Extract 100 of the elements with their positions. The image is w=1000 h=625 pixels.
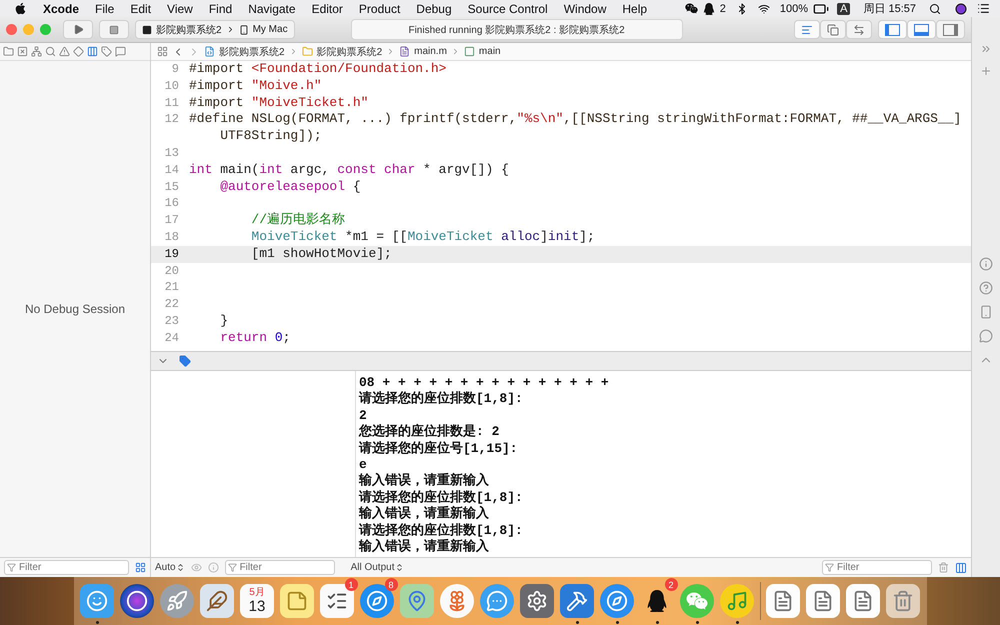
function-icon (464, 46, 475, 57)
code-line: return 0; (219, 330, 292, 347)
plus-icon[interactable] (980, 65, 992, 77)
flower-icon[interactable] (440, 584, 474, 618)
editor-mode-button[interactable] (794, 20, 820, 39)
calendar-icon[interactable]: 5月 13 (240, 584, 274, 618)
code-line: [m1 showHotMovie]; (250, 246, 393, 263)
console-line: 输入错误，请重新输入 (359, 473, 490, 490)
panel-layout-icon (885, 24, 900, 36)
grid-icon[interactable] (135, 562, 146, 573)
help-icon[interactable] (979, 281, 994, 295)
scope-selector[interactable]: Auto (155, 562, 185, 573)
diamond-icon[interactable] (72, 46, 85, 57)
filter-field[interactable]: Filter (4, 560, 129, 575)
compass-icon[interactable] (600, 584, 634, 618)
document-thumbnail-icon[interactable] (806, 584, 840, 618)
phone-icon[interactable] (979, 305, 994, 319)
code-line: #import "MoiveTicket.h" (189, 94, 370, 112)
document-thumbnail-icon[interactable] (846, 584, 880, 618)
menu-item[interactable]: Navigate (240, 2, 304, 16)
code-line: //遍历电影名称 (250, 212, 346, 229)
clock[interactable]: 周日 15:57 (858, 1, 921, 16)
speech-bubble-icon[interactable] (114, 46, 127, 57)
line-number: 17 (164, 212, 180, 229)
trash-icon[interactable] (886, 584, 920, 618)
info-icon[interactable] (979, 257, 994, 271)
input-source[interactable]: A (837, 2, 850, 14)
scheme-selector[interactable]: 影院购票系统2 My Mac (135, 20, 295, 39)
breadcrumb-item[interactable]: 影院购票系统2 (316, 44, 382, 58)
run-button[interactable] (63, 20, 93, 39)
trash-icon[interactable] (938, 562, 950, 573)
menu-item[interactable]: Help (614, 2, 656, 16)
menu-item[interactable]: Window (556, 2, 614, 16)
line-number: 19 (164, 246, 180, 263)
search-icon[interactable] (929, 2, 941, 14)
close-button[interactable] (6, 24, 17, 35)
console-line: e (359, 457, 368, 473)
penguin-icon[interactable] (702, 2, 715, 14)
editor-mode-button[interactable] (820, 20, 846, 39)
bird-stamp-icon[interactable] (200, 584, 234, 618)
panel-toggle-button[interactable] (907, 20, 936, 39)
menu-item[interactable]: Editor (304, 2, 351, 16)
chat-icon[interactable] (979, 329, 994, 343)
filter-icon (228, 563, 237, 572)
output-selector[interactable]: All Output (350, 562, 404, 573)
menu-item[interactable]: Debug (408, 2, 460, 16)
wifi-icon[interactable] (758, 2, 770, 14)
activity-status: Finished running 影院购票系统2 : 影院购票系统2 (350, 19, 683, 40)
file-icon (399, 46, 410, 57)
menu-item[interactable]: File (87, 2, 122, 16)
chat-bubble-icon[interactable] (480, 584, 514, 618)
warning-icon[interactable] (58, 46, 71, 57)
rocket-icon[interactable] (160, 584, 194, 618)
console-line: 请选择您的座位排数[1,8]: (359, 391, 524, 408)
document-thumbnail-icon[interactable] (766, 584, 800, 618)
stop-button[interactable] (99, 20, 129, 39)
code-line: } (219, 312, 230, 330)
filter-field[interactable]: Filter (224, 560, 335, 575)
x-box-icon[interactable] (16, 46, 29, 57)
editor-mode-button[interactable] (846, 20, 872, 39)
hierarchy-icon[interactable] (30, 46, 43, 57)
columns-icon[interactable] (86, 46, 99, 57)
map-icon[interactable] (400, 584, 434, 618)
notepad-icon[interactable] (280, 584, 314, 618)
line-number: 11 (164, 94, 180, 112)
menu-item[interactable]: Product (350, 2, 408, 16)
menu-item[interactable]: Edit (122, 2, 160, 16)
apple-logo-icon[interactable] (14, 2, 27, 15)
app-menu[interactable]: Xcode (35, 2, 88, 16)
list-icon[interactable] (977, 2, 990, 15)
double-chevron-icon[interactable] (980, 43, 992, 55)
breadcrumb-item[interactable]: 影院购票系统2 (219, 44, 285, 58)
badge-count: 2 (664, 578, 678, 591)
play-icon (72, 24, 84, 35)
line-number: 16 (164, 195, 180, 212)
panel-toggle-button[interactable] (936, 20, 966, 39)
music-note-icon[interactable] (720, 584, 754, 618)
gear-icon[interactable] (520, 584, 554, 618)
folder-icon[interactable] (2, 46, 15, 57)
panel-toggle-button[interactable] (878, 20, 908, 39)
orb-icon[interactable] (120, 584, 154, 618)
tag-icon[interactable] (100, 46, 113, 57)
tag-icon[interactable] (179, 355, 191, 367)
badge-count: 8 (384, 578, 398, 591)
chat-bubbles-icon[interactable] (684, 2, 698, 15)
breadcrumb-item[interactable]: main (478, 46, 501, 57)
menu-item[interactable]: Source Control (460, 2, 556, 16)
split-view-icon[interactable] (955, 562, 968, 574)
grid-icon[interactable] (157, 46, 168, 57)
hammer-icon[interactable] (560, 584, 594, 618)
menu-item[interactable]: View (159, 2, 201, 16)
smiley-face-icon[interactable] (80, 584, 114, 618)
menu-item[interactable]: Find (200, 2, 240, 16)
filter-field[interactable]: Filter (822, 560, 932, 575)
breadcrumb-item[interactable]: main.m (414, 46, 447, 57)
orb-icon[interactable] (955, 2, 967, 14)
console-line: 请选择您的座位排数[1,8]: (359, 522, 524, 538)
console-line: 您选择的座位排数是: 2 (359, 424, 500, 440)
battery-percentage: 100% (778, 2, 810, 14)
console-line: 请选择您的座位排数[1,8]: (359, 490, 524, 506)
